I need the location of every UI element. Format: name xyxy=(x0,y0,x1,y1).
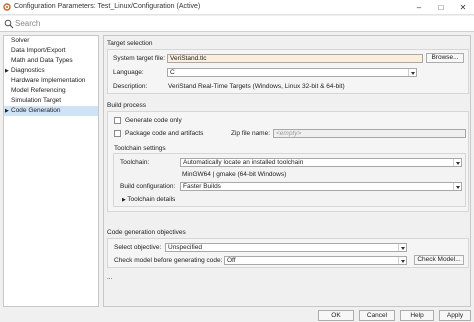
close-button[interactable]: ✕ xyxy=(452,0,474,15)
build-process-group: Generate code only Package code and arti… xyxy=(107,111,469,212)
cancel-button[interactable]: Cancel xyxy=(359,310,395,321)
category-tree: Solver Data Import/Export Math and Data … xyxy=(3,35,99,307)
package-code-label: Package code and artifacts xyxy=(125,130,204,137)
language-label: Language: xyxy=(113,69,144,76)
sidebar-item-label: Solver xyxy=(11,37,30,44)
check-model-dropdown[interactable]: Off xyxy=(224,256,407,265)
toolchain-value: Automatically locate an installed toolch… xyxy=(183,159,304,166)
search-bar xyxy=(0,16,474,32)
ok-button[interactable]: OK xyxy=(318,310,354,321)
expand-arrow-icon[interactable]: ▶ xyxy=(5,106,9,116)
chevron-down-icon[interactable] xyxy=(398,257,406,264)
gear-app-icon xyxy=(3,3,11,11)
sidebar-item-label: Data Import/Export xyxy=(11,47,66,54)
zip-file-name-label: Zip file name: xyxy=(231,130,271,137)
sidebar-item-math-and-data-types[interactable]: Math and Data Types xyxy=(4,56,98,66)
toolchain-settings-heading: Toolchain settings xyxy=(114,145,166,152)
toolchain-details-label: Toolchain details xyxy=(127,196,176,203)
zip-file-name-field[interactable]: <empty> xyxy=(273,129,466,138)
description-label: Description: xyxy=(113,83,148,90)
browse-button[interactable]: Browse... xyxy=(426,53,464,63)
language-dropdown[interactable]: C xyxy=(167,68,417,77)
maximize-button[interactable]: □ xyxy=(430,0,452,15)
expand-arrow-icon[interactable]: ▶ xyxy=(5,66,9,76)
sidebar-item-hardware-implementation[interactable]: Hardware Implementation xyxy=(4,76,98,86)
sidebar-item-simulation-target[interactable]: Simulation Target xyxy=(4,96,98,106)
check-model-value: Off xyxy=(227,257,236,264)
title-bar: Configuration Parameters: Test_Linux/Con… xyxy=(0,0,474,15)
package-code-checkbox[interactable] xyxy=(114,130,121,137)
dialog-footer: OK Cancel Help Apply xyxy=(0,308,474,322)
search-icon xyxy=(4,19,14,29)
system-target-file-label: System target file: xyxy=(113,55,166,62)
sidebar-item-label: Diagnostics xyxy=(11,67,45,74)
check-model-label: Check model before generating code: xyxy=(114,257,223,264)
sidebar-item-data-import-export[interactable]: Data Import/Export xyxy=(4,46,98,56)
select-objective-value: Unspecified xyxy=(168,244,202,251)
select-objective-dropdown[interactable]: Unspecified xyxy=(165,243,407,252)
sidebar-item-diagnostics[interactable]: ▶ Diagnostics xyxy=(4,66,98,76)
window-title: Configuration Parameters: Test_Linux/Con… xyxy=(14,3,201,10)
chevron-down-icon[interactable] xyxy=(453,183,461,190)
language-value: C xyxy=(170,69,175,76)
target-selection-group: System target file: VeriStand.tlc Browse… xyxy=(107,49,469,94)
target-selection-heading: Target selection xyxy=(107,40,153,47)
sidebar-item-label: Hardware Implementation xyxy=(11,77,86,84)
build-process-heading: Build process xyxy=(107,102,147,109)
chevron-down-icon[interactable] xyxy=(408,69,416,76)
build-configuration-value: Faster Builds xyxy=(183,183,221,190)
chevron-down-icon[interactable] xyxy=(453,159,461,166)
sidebar-item-solver[interactable]: Solver xyxy=(4,36,98,46)
select-objective-label: Select objective: xyxy=(114,244,162,251)
build-configuration-label: Build configuration: xyxy=(120,183,176,190)
toolchain-settings-group: Toolchain: Automatically locate an insta… xyxy=(113,153,466,207)
generate-code-only-label: Generate code only xyxy=(125,117,182,124)
sidebar-item-model-referencing[interactable]: Model Referencing xyxy=(4,86,98,96)
toolchain-resolved: MinGW64 | gmake (64-bit Windows) xyxy=(182,171,287,178)
settings-panel: Target selection System target file: Ver… xyxy=(103,35,471,307)
objectives-heading: Code generation objectives xyxy=(107,229,186,236)
help-button[interactable]: Help xyxy=(400,310,434,321)
toolchain-label: Toolchain: xyxy=(120,159,150,166)
check-model-button[interactable]: Check Model... xyxy=(414,255,464,265)
chevron-down-icon[interactable] xyxy=(398,244,406,251)
sidebar-item-code-generation[interactable]: ▶ Code Generation xyxy=(4,106,98,116)
sidebar-item-label: Model Referencing xyxy=(11,87,66,94)
generate-code-only-checkbox[interactable] xyxy=(114,117,121,124)
system-target-file-field[interactable]: VeriStand.tlc xyxy=(167,54,423,63)
description-value: VeriStand Real-Time Targets (Windows, Li… xyxy=(168,83,345,90)
build-configuration-dropdown[interactable]: Faster Builds xyxy=(180,182,462,191)
more-settings-ellipsis[interactable]: ... xyxy=(107,274,112,281)
sidebar-item-label: Math and Data Types xyxy=(11,57,73,64)
sidebar-item-label: Simulation Target xyxy=(11,97,62,104)
apply-button[interactable]: Apply xyxy=(439,310,471,321)
toolchain-dropdown[interactable]: Automatically locate an installed toolch… xyxy=(180,158,462,167)
sidebar-item-label: Code Generation xyxy=(11,107,61,114)
toolchain-details-toggle[interactable]: ▶ Toolchain details xyxy=(122,196,175,203)
minimize-button[interactable]: – xyxy=(408,0,430,15)
objectives-group: Select objective: Unspecified Check mode… xyxy=(107,238,469,268)
search-input[interactable] xyxy=(15,17,465,30)
